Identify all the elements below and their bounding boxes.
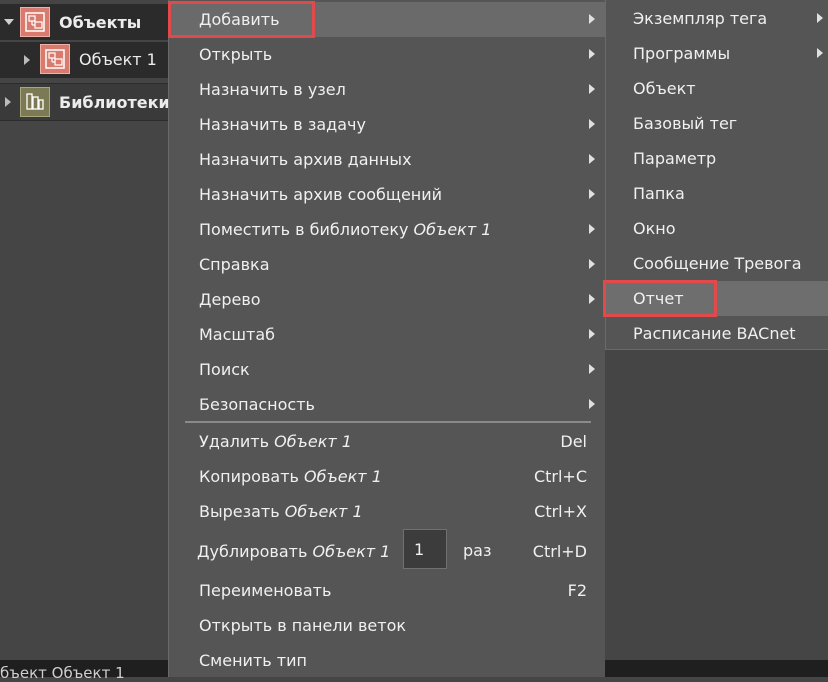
tree-label-libraries: Библиотеки [59,93,170,112]
submenu-item-object[interactable]: Объект [606,71,828,106]
submenu-arrow-icon [589,329,595,339]
menu-item-delete[interactable]: Удалить Объект 1 Del [169,424,605,459]
submenu-arrow-icon [589,119,595,129]
menu-item-search[interactable]: Поиск [169,352,605,387]
submenu-item-folder[interactable]: Папка [606,176,828,211]
submenu-item-base-tag[interactable]: Базовый тег [606,106,828,141]
tree-node-object1[interactable]: Объект 1 [0,42,172,78]
status-bar-text: бъект Объект 1 [0,664,125,682]
duplicate-count-input[interactable] [403,529,447,569]
submenu-arrow-icon [589,84,595,94]
submenu-item-programs[interactable]: Программы [606,36,828,71]
shortcut-label: Ctrl+C [533,467,587,486]
menu-item-label: Поиск [199,360,250,379]
tree-label-objects: Объекты [59,13,142,32]
menu-item-object-name: Объект 1 [312,542,391,561]
submenu-arrow-icon [817,48,823,58]
menu-item-rename[interactable]: Переименовать F2 [169,573,605,608]
tree-label-object1: Объект 1 [79,50,157,69]
menu-item-object-name: Объект 1 [304,467,382,486]
submenu-item-label: Базовый тег [633,114,738,133]
submenu-item-label: Параметр [633,149,717,168]
submenu-arrow-icon [817,13,823,23]
expand-arrow-icon[interactable] [5,97,11,107]
menu-item-label: Назначить архив данных [199,150,412,169]
submenu-arrow-icon [589,49,595,59]
menu-item-label: Вырезать Объект 1 [199,502,363,521]
submenu-arrow-icon [589,259,595,269]
menu-item-label: Назначить в узел [199,80,346,99]
submenu-item-label: Объект [633,79,696,98]
menu-item-help[interactable]: Справка [169,247,605,282]
menu-item-open-in-branch-panel[interactable]: Открыть в панели веток [169,608,605,643]
tree-node-objects[interactable]: Объекты [0,4,172,40]
menu-item-label: Поместить в библиотеку Объект 1 [199,220,492,239]
shortcut-label: Ctrl+X [534,502,587,521]
object-icon [40,44,70,74]
expand-arrow-icon[interactable] [24,55,30,65]
menu-item-object-name: Объект 1 [274,432,352,451]
menu-item-duplicate[interactable]: Дублировать Объект 1 Ctrl+D [169,531,605,571]
menu-item-label: Открыть [199,45,273,64]
shortcut-label: Ctrl+D [532,542,587,561]
submenu-item-label: Окно [633,219,676,238]
submenu-item-alarm-message[interactable]: Сообщение Тревога [606,246,828,281]
menu-item-label: Сменить тип [199,651,307,670]
expand-arrow-icon[interactable] [4,19,14,25]
submenu-item-parameter[interactable]: Параметр [606,141,828,176]
menu-item-assign-data-archive[interactable]: Назначить архив данных [169,142,605,177]
context-menu: Добавить Открыть Назначить в узел Назнач… [168,0,605,677]
submenu-item-label: Расписание BACnet [633,324,796,343]
menu-item-copy[interactable]: Копировать Объект 1 Ctrl+C [169,459,605,494]
submenu-arrow-icon [589,364,595,374]
menu-item-change-type[interactable]: Сменить тип [169,643,605,678]
menu-item-open[interactable]: Открыть [169,37,605,72]
menu-item-object-name: Объект 1 [413,220,492,239]
submenu-item-label: Экземпляр тега [633,9,768,28]
submenu-item-label: Сообщение Тревога [633,254,802,273]
submenu-arrow-icon [589,224,595,234]
submenu-arrow-icon [589,294,595,304]
menu-item-label: Назначить в задачу [199,115,366,134]
menu-item-place-in-library[interactable]: Поместить в библиотеку Объект 1 [169,212,605,247]
menu-item-tree[interactable]: Дерево [169,282,605,317]
menu-item-security[interactable]: Безопасность [169,387,605,422]
highlight-box-report [603,280,717,317]
menu-item-label: Справка [199,255,270,274]
menu-item-scale[interactable]: Масштаб [169,317,605,352]
submenu-item-label: Программы [633,44,731,63]
menu-item-label: Назначить архив сообщений [199,185,443,204]
menu-item-assign-task[interactable]: Назначить в задачу [169,107,605,142]
menu-item-assign-message-archive[interactable]: Назначить архив сообщений [169,177,605,212]
submenu-item-bacnet-schedule[interactable]: Расписание BACnet [606,316,828,351]
shortcut-label: Del [560,432,587,451]
submenu-arrow-icon [589,14,595,24]
highlight-box-add [168,1,315,38]
submenu-item-label: Папка [633,184,685,203]
menu-item-label: Дублировать Объект 1 [197,542,391,561]
object-tree-panel: Объекты Объект 1 Библиотеки [0,0,172,677]
submenu-arrow-icon [589,154,595,164]
menu-item-label: Удалить Объект 1 [199,432,352,451]
objects-icon [20,7,50,37]
submenu-item-window[interactable]: Окно [606,211,828,246]
menu-item-label: Переименовать [199,581,332,600]
shortcut-label: F2 [567,581,587,600]
menu-item-label: Масштаб [199,325,276,344]
submenu-arrow-icon [589,399,595,409]
menu-item-label: Копировать Объект 1 [199,467,382,486]
menu-separator [185,421,591,423]
menu-item-cut[interactable]: Вырезать Объект 1 Ctrl+X [169,494,605,529]
submenu-item-tag-instance[interactable]: Экземпляр тега [606,1,828,36]
menu-item-label: Открыть в панели веток [199,616,407,635]
submenu-arrow-icon [589,189,595,199]
tree-node-libraries[interactable]: Библиотеки [0,84,172,121]
menu-item-label: Дерево [199,290,261,309]
duplicate-count-unit: раз [463,541,492,560]
menu-item-object-name: Объект 1 [284,502,363,521]
libraries-icon [20,87,50,117]
menu-item-assign-node[interactable]: Назначить в узел [169,72,605,107]
menu-item-label: Безопасность [199,395,315,414]
